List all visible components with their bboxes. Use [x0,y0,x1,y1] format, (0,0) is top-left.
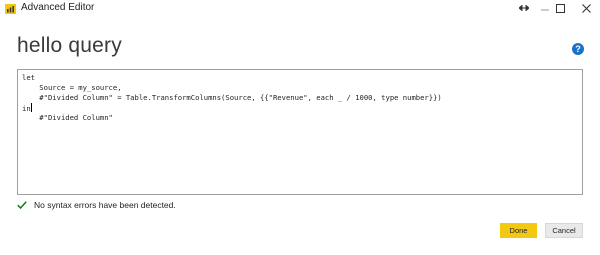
syntax-status: No syntax errors have been detected. [17,198,176,212]
done-button[interactable]: Done [500,223,537,238]
code-line: in [22,103,582,113]
code-editor[interactable]: let Source = my_source, #"Divided Column… [17,69,583,195]
code-line: Source = my_source, [22,83,122,92]
title-bar: Advanced Editor [0,0,600,16]
window-title: Advanced Editor [21,2,95,13]
status-message: No syntax errors have been detected. [34,200,176,210]
text-cursor [30,103,32,112]
power-bi-icon [5,4,16,14]
help-icon[interactable]: ? [572,43,584,55]
maximize-icon[interactable] [547,0,573,16]
code-line-text: in [22,104,31,113]
close-icon[interactable] [573,0,599,16]
cancel-button[interactable]: Cancel [545,223,583,238]
code-content[interactable]: let Source = my_source, #"Divided Column… [18,70,582,123]
code-line: #"Divided Column" [22,113,113,122]
query-name-heading: hello query [17,34,122,57]
checkmark-icon [17,196,27,214]
code-line: #"Divided Column" = Table.TransformColum… [22,93,442,102]
code-line: let [22,73,35,82]
